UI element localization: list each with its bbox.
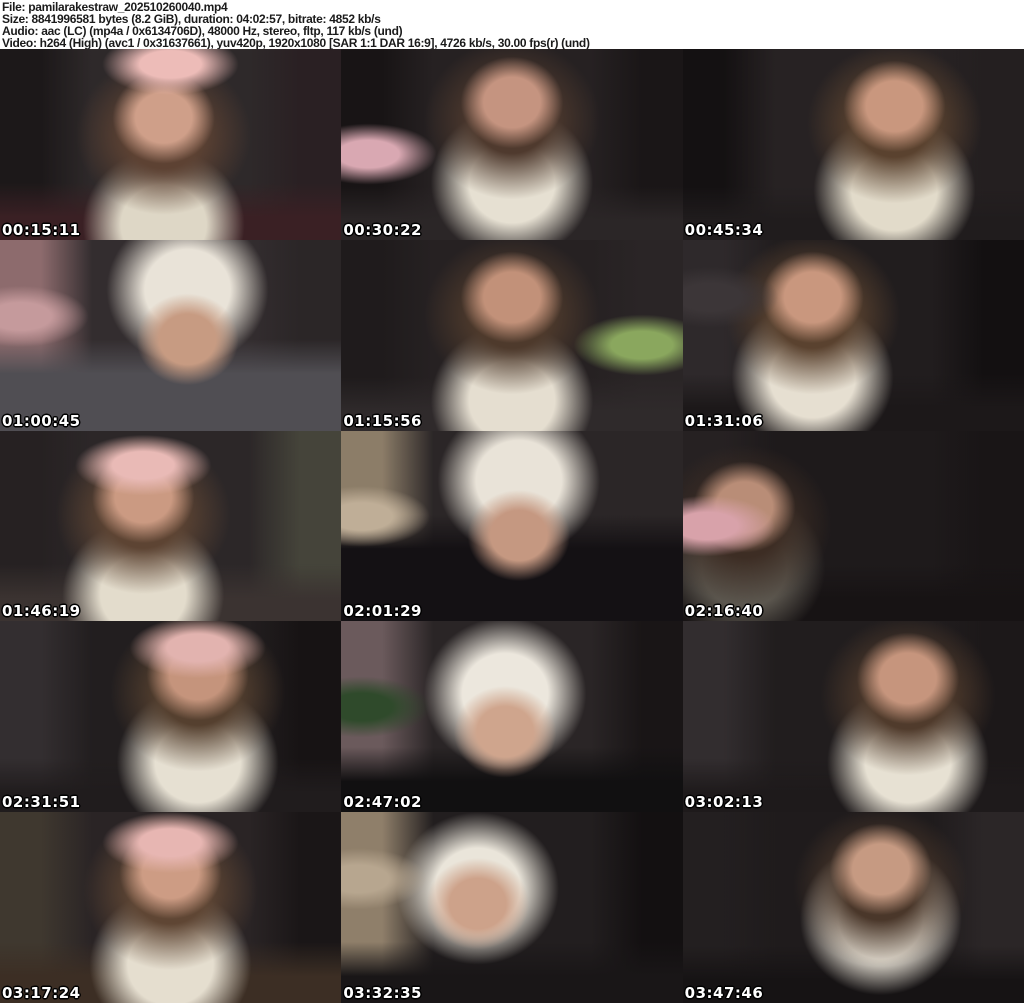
video-thumbnail[interactable]: 02:47:02 <box>341 621 683 813</box>
video-info-line: Video: h264 (High) (avc1 / 0x31637661), … <box>2 36 590 50</box>
video-thumbnail[interactable]: 02:16:40 <box>682 430 1024 622</box>
video-contact-sheet: File: pamilarakestraw_202510260040.mp4 S… <box>0 0 1024 1003</box>
thumbnail-timestamp: 00:45:34 <box>684 220 764 239</box>
video-thumbnail[interactable]: 00:15:11 <box>0 49 342 240</box>
thumbnail-timestamp: 03:32:35 <box>343 984 422 1002</box>
video-thumbnail[interactable]: 01:15:56 <box>341 239 683 431</box>
thumbnail-timestamp: 01:31:06 <box>684 411 764 430</box>
video-thumbnail[interactable]: 00:45:34 <box>682 49 1024 240</box>
video-thumbnail[interactable]: 03:47:46 <box>682 812 1024 1003</box>
thumbnail-timestamp: 01:46:19 <box>2 602 81 621</box>
video-thumbnail[interactable]: 02:31:51 <box>0 621 342 813</box>
thumbnail-timestamp: 03:47:46 <box>684 984 764 1002</box>
thumbnail-timestamp: 03:02:13 <box>684 793 764 812</box>
thumbnail-timestamp: 02:47:02 <box>343 793 422 812</box>
thumbnail-timestamp: 02:16:40 <box>684 602 764 621</box>
video-thumbnail[interactable]: 03:32:35 <box>341 812 683 1003</box>
video-thumbnail[interactable]: 02:01:29 <box>341 430 683 622</box>
thumbnail-timestamp: 00:15:11 <box>2 220 81 239</box>
thumbnail-timestamp: 01:00:45 <box>2 411 81 430</box>
thumbnail-timestamp: 00:30:22 <box>343 220 422 239</box>
thumbnail-grid: 00:15:11 00:30:22 00:45:34 01:00:45 01:15:56… <box>0 49 1024 1003</box>
thumbnail-timestamp: 02:31:51 <box>2 793 81 812</box>
thumbnail-timestamp: 03:17:24 <box>2 984 81 1002</box>
video-thumbnail[interactable]: 01:00:45 <box>0 239 342 431</box>
video-thumbnail[interactable]: 01:31:06 <box>682 239 1024 431</box>
video-thumbnail[interactable]: 03:17:24 <box>0 812 342 1003</box>
video-thumbnail[interactable]: 00:30:22 <box>341 49 683 240</box>
video-thumbnail[interactable]: 03:02:13 <box>682 621 1024 813</box>
thumbnail-timestamp: 02:01:29 <box>343 602 422 621</box>
media-info-header: File: pamilarakestraw_202510260040.mp4 S… <box>0 0 1024 49</box>
video-thumbnail[interactable]: 01:46:19 <box>0 430 342 622</box>
thumbnail-timestamp: 01:15:56 <box>343 411 422 430</box>
